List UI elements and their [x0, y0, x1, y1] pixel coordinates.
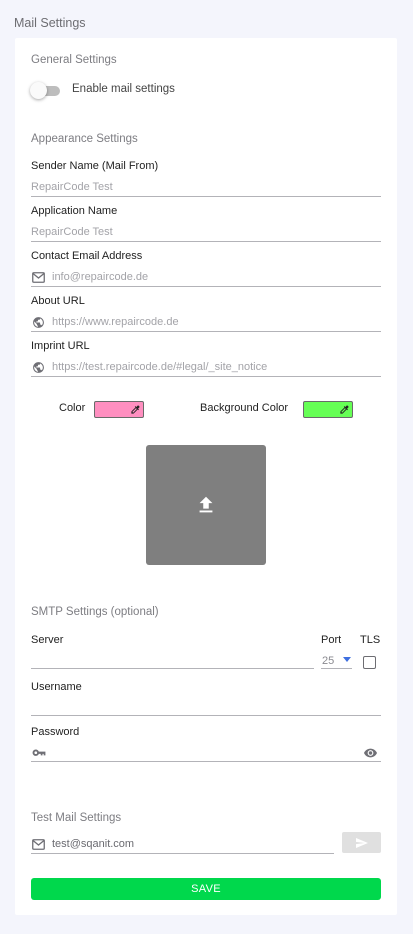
about-url-label: About URL — [31, 295, 85, 307]
test-email-input[interactable]: test@sqanit.com — [52, 838, 134, 850]
chevron-down-icon[interactable] — [343, 657, 351, 663]
sender-name-underline — [31, 196, 381, 197]
save-button[interactable]: SAVE — [31, 878, 381, 900]
color-swatch[interactable] — [94, 401, 144, 418]
logo-upload-button[interactable] — [146, 445, 266, 565]
eyedropper-icon[interactable] — [339, 404, 350, 415]
imprint-url-input[interactable]: https://test.repaircode.de/#legal/_site_… — [52, 361, 267, 373]
about-url-underline — [31, 331, 381, 332]
globe-icon — [33, 317, 44, 328]
key-icon — [32, 749, 46, 756]
color-label: Color — [59, 402, 86, 414]
appearance-settings-title: Appearance Settings — [31, 133, 138, 145]
about-url-input[interactable]: https://www.repaircode.de — [52, 316, 179, 328]
enable-mail-toggle[interactable] — [30, 82, 47, 99]
tls-label: TLS — [360, 634, 381, 646]
sender-name-input[interactable]: RepairCode Test — [31, 181, 113, 193]
application-name-underline — [31, 241, 381, 242]
globe-icon — [33, 362, 44, 373]
background-color-label: Background Color — [200, 402, 289, 414]
send-icon — [355, 837, 368, 848]
smtp-settings-title: SMTP Settings (optional) — [31, 606, 159, 618]
contact-email-input[interactable]: info@repaircode.de — [52, 271, 148, 283]
server-underline — [31, 668, 314, 669]
imprint-url-underline — [31, 376, 381, 377]
test-mail-settings-title: Test Mail Settings — [31, 812, 122, 824]
imprint-url-label: Imprint URL — [31, 340, 90, 352]
port-select-value[interactable]: 25 — [322, 655, 334, 667]
contact-email-label: Contact Email Address — [31, 250, 143, 262]
application-name-input[interactable]: RepairCode Test — [31, 226, 113, 238]
enable-mail-label: Enable mail settings — [72, 83, 175, 95]
username-label: Username — [31, 681, 82, 693]
mail-icon — [32, 839, 45, 850]
username-underline — [31, 715, 381, 716]
eye-icon[interactable] — [364, 748, 377, 758]
sender-name-label: Sender Name (Mail From) — [31, 160, 159, 172]
test-email-underline — [31, 853, 334, 854]
general-settings-title: General Settings — [31, 54, 117, 66]
port-label: Port — [321, 634, 342, 646]
send-test-mail-button[interactable] — [342, 832, 381, 853]
port-underline — [321, 668, 352, 669]
upload-icon — [199, 496, 213, 513]
server-label: Server — [31, 634, 64, 646]
background-color-swatch[interactable] — [303, 401, 353, 418]
mail-icon — [32, 272, 45, 283]
contact-email-underline — [31, 286, 381, 287]
password-underline — [31, 761, 381, 762]
password-label: Password — [31, 726, 80, 738]
page-title: Mail Settings — [14, 16, 86, 30]
application-name-label: Application Name — [31, 205, 118, 217]
eyedropper-icon[interactable] — [130, 404, 141, 415]
tls-checkbox[interactable] — [363, 656, 376, 669]
